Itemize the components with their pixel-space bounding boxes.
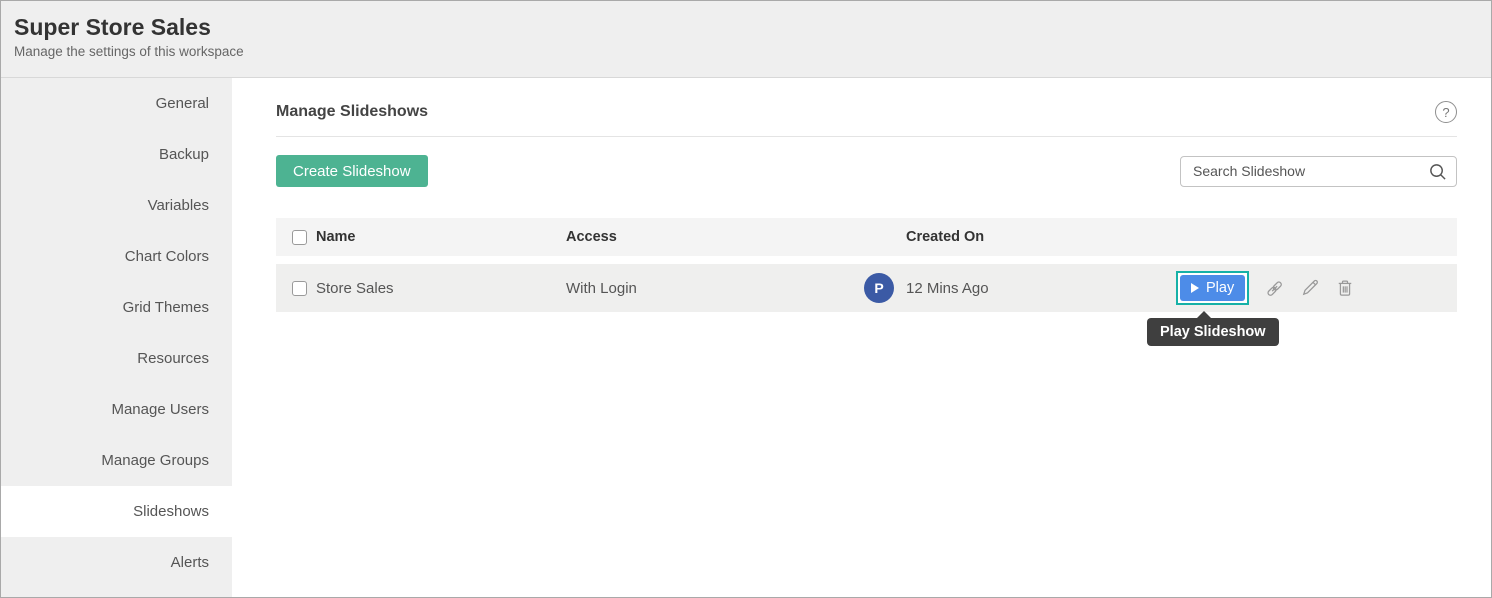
sidebar-item-manage-users[interactable]: Manage Users (1, 384, 232, 435)
slideshow-access: With Login (566, 280, 864, 297)
play-button[interactable]: Play (1180, 275, 1245, 301)
workspace-subtitle: Manage the settings of this workspace (14, 44, 1491, 59)
column-header-access: Access (566, 229, 864, 245)
page-title: Manage Slideshows (276, 103, 428, 121)
sidebar-item-backup[interactable]: Backup (1, 129, 232, 180)
sidebar-item-manage-groups[interactable]: Manage Groups (1, 435, 232, 486)
sidebar-item-alerts[interactable]: Alerts (1, 537, 232, 588)
create-slideshow-button[interactable]: Create Slideshow (276, 155, 428, 187)
slideshows-table: Name Access Created On Store Sales With … (276, 218, 1457, 312)
settings-sidebar: General Backup Variables Chart Colors Gr… (1, 78, 232, 597)
workspace-settings-window: Super Store Sales Manage the settings of… (0, 0, 1492, 598)
slideshows-panel: Manage Slideshows ? Create Slideshow (232, 78, 1491, 597)
play-button-label: Play (1206, 280, 1234, 296)
help-icon[interactable]: ? (1435, 101, 1457, 123)
sidebar-item-resources[interactable]: Resources (1, 333, 232, 384)
sidebar-item-grid-themes[interactable]: Grid Themes (1, 282, 232, 333)
created-on-cell: P 12 Mins Ago (864, 273, 1457, 303)
row-checkbox[interactable] (292, 281, 307, 296)
table-header-row: Name Access Created On (276, 218, 1457, 256)
column-header-created-on: Created On (864, 229, 1457, 245)
search-input[interactable] (1180, 156, 1457, 187)
slideshow-name: Store Sales (316, 280, 566, 297)
tooltip-arrow (1196, 311, 1212, 319)
column-header-name: Name (316, 229, 566, 245)
avatar: P (864, 273, 894, 303)
created-on-text: 12 Mins Ago (906, 280, 989, 297)
search-box (1180, 156, 1457, 187)
copy-link-icon[interactable] (1264, 278, 1285, 299)
select-all-checkbox[interactable] (292, 230, 307, 245)
sidebar-item-chart-colors[interactable]: Chart Colors (1, 231, 232, 282)
play-icon (1191, 283, 1199, 293)
workspace-header: Super Store Sales Manage the settings of… (1, 1, 1491, 78)
toolbar: Create Slideshow (276, 155, 1457, 187)
search-icon[interactable] (1428, 162, 1447, 186)
delete-icon[interactable] (1335, 278, 1355, 298)
tooltip-text: Play Slideshow (1160, 324, 1266, 340)
sidebar-item-general[interactable]: General (1, 78, 232, 129)
sidebar-item-slideshows[interactable]: Slideshows (1, 486, 232, 537)
edit-icon[interactable] (1300, 278, 1320, 298)
sidebar-item-variables[interactable]: Variables (1, 180, 232, 231)
table-row[interactable]: Store Sales With Login P 12 Mins Ago Pla… (276, 264, 1457, 312)
play-slideshow-tooltip: Play Slideshow (1147, 318, 1279, 346)
panel-heading-row: Manage Slideshows ? (276, 78, 1457, 137)
play-button-highlight: Play (1176, 271, 1249, 305)
row-actions: Play (1176, 271, 1355, 305)
workspace-title: Super Store Sales (14, 14, 1491, 41)
